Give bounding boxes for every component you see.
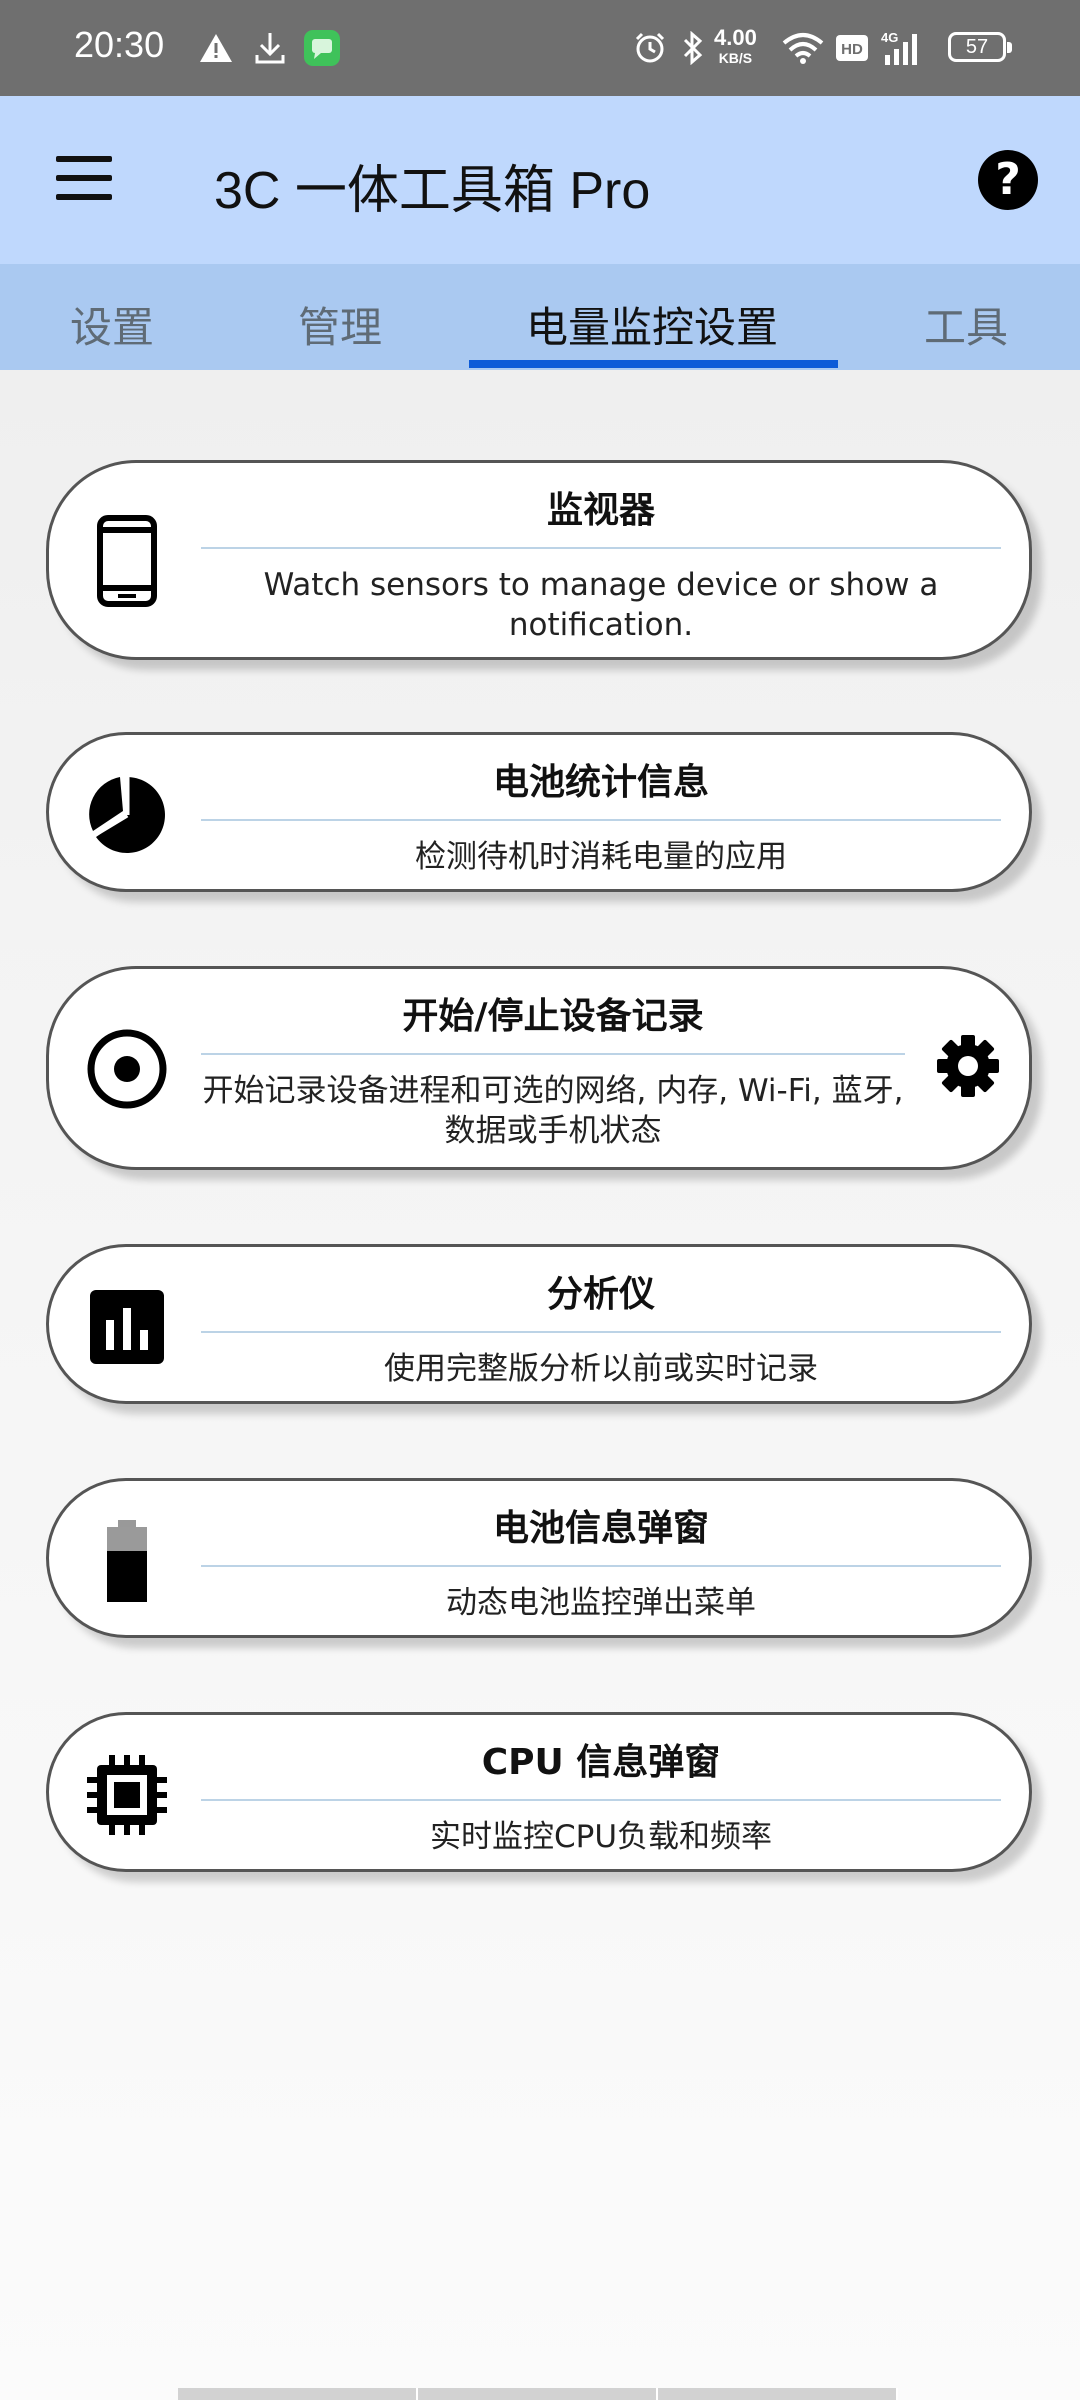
- nav-segment[interactable]: [658, 2388, 898, 2400]
- network-speed-unit: KB/S: [718, 50, 753, 66]
- card-divider: [201, 1565, 1001, 1567]
- monitor-card[interactable]: 监视器 Watch sensors to manage device or sh…: [46, 460, 1032, 660]
- tab-bar: 设置 管理 电量监控设置 工具: [0, 264, 1080, 370]
- card-description: Watch sensors to manage device or show a…: [263, 567, 939, 643]
- tab-tools[interactable]: 工具: [924, 294, 1008, 355]
- card-title: CPU 信息弹窗: [481, 1742, 721, 1783]
- message-app-icon: [300, 24, 344, 72]
- analyzer-card[interactable]: 分析仪 使用完整版分析以前或实时记录: [46, 1244, 1032, 1404]
- nav-segment[interactable]: [418, 2388, 658, 2400]
- card-title: 开始/停止设备记录: [402, 996, 704, 1037]
- warning-icon: [196, 24, 236, 72]
- phone-icon: [75, 511, 179, 611]
- card-description: 检测待机时消耗电量的应用: [415, 839, 787, 875]
- device-recording-card[interactable]: 开始/停止设备记录 开始记录设备进程和可选的网络, 内存, Wi-Fi, 蓝牙,…: [46, 966, 1032, 1170]
- card-title: 分析仪: [546, 1274, 655, 1315]
- card-divider: [201, 1331, 1001, 1333]
- signal-icon: 4G: [880, 24, 924, 72]
- signal-label: 4G: [881, 30, 898, 45]
- help-icon[interactable]: ?: [978, 150, 1038, 210]
- app-title: 3C 一体工具箱 Pro: [214, 162, 651, 220]
- tab-indicator: [469, 360, 838, 368]
- card-description: 使用完整版分析以前或实时记录: [384, 1351, 818, 1387]
- card-body: 监视器 Watch sensors to manage device or sh…: [201, 463, 1001, 645]
- hd-label: HD: [841, 41, 863, 58]
- card-description: 动态电池监控弹出菜单: [446, 1585, 756, 1621]
- card-divider: [201, 1053, 905, 1055]
- cpu-chip-icon: [75, 1745, 179, 1845]
- bar-chart-icon: [75, 1277, 179, 1377]
- status-bar: 20:30 4.00 KB/S HD 4G 57: [0, 0, 1080, 96]
- card-body: CPU 信息弹窗 实时监控CPU负载和频率: [201, 1715, 1001, 1857]
- pie-chart-icon: [75, 765, 179, 865]
- battery-icon: 57: [948, 32, 1012, 62]
- card-title: 电池信息弹窗: [492, 1508, 709, 1549]
- hamburger-menu-icon[interactable]: [52, 146, 116, 210]
- card-description: 开始记录设备进程和可选的网络, 内存, Wi-Fi, 蓝牙, 数据或手机状态: [202, 1073, 904, 1149]
- battery-popup-card[interactable]: 电池信息弹窗 动态电池监控弹出菜单: [46, 1478, 1032, 1638]
- card-divider: [201, 819, 1001, 821]
- network-speed: 4.00 KB/S: [714, 25, 757, 68]
- card-body: 电池信息弹窗 动态电池监控弹出菜单: [201, 1481, 1001, 1623]
- tab-manage[interactable]: 管理: [298, 294, 382, 355]
- battery-stats-card[interactable]: 电池统计信息 检测待机时消耗电量的应用: [46, 732, 1032, 892]
- nav-segment[interactable]: [178, 2388, 418, 2400]
- tab-settings[interactable]: 设置: [70, 294, 154, 355]
- card-divider: [201, 547, 1001, 549]
- card-title: 监视器: [546, 490, 655, 531]
- record-icon: [75, 1019, 179, 1119]
- download-icon: [250, 24, 290, 72]
- network-speed-value: 4.00: [714, 25, 757, 50]
- gear-icon[interactable]: [935, 1033, 1001, 1103]
- card-body: 电池统计信息 检测待机时消耗电量的应用: [201, 735, 1001, 877]
- wifi-icon: [780, 24, 826, 72]
- hd-icon: HD: [834, 24, 870, 72]
- navigation-bar: [178, 2388, 898, 2400]
- card-description: 实时监控CPU负载和频率: [429, 1819, 773, 1855]
- status-time: 20:30: [74, 24, 165, 65]
- app-bar: 3C 一体工具箱 Pro ?: [0, 96, 1080, 264]
- cpu-popup-card[interactable]: CPU 信息弹窗 实时监控CPU负载和频率: [46, 1712, 1032, 1872]
- card-title: 电池统计信息: [492, 762, 709, 803]
- card-divider: [201, 1799, 1001, 1801]
- tab-battery-monitor-settings[interactable]: 电量监控设置: [526, 294, 778, 355]
- battery-icon: [75, 1511, 179, 1611]
- card-body: 开始/停止设备记录 开始记录设备进程和可选的网络, 内存, Wi-Fi, 蓝牙,…: [201, 969, 905, 1151]
- card-body: 分析仪 使用完整版分析以前或实时记录: [201, 1247, 1001, 1389]
- bluetooth-icon: [678, 24, 708, 72]
- alarm-icon: [630, 24, 670, 72]
